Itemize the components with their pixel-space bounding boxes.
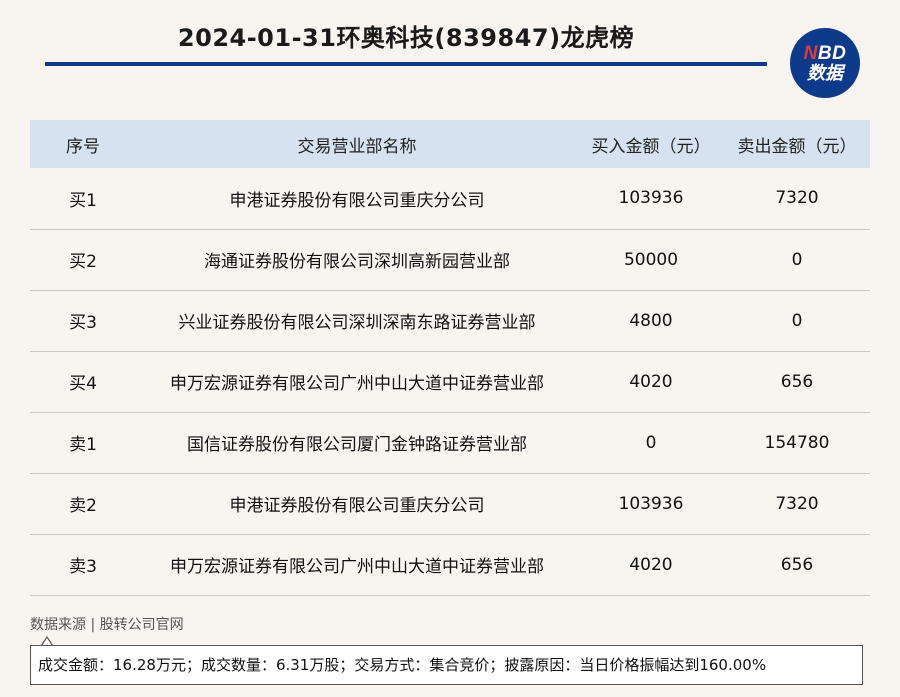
col-header-index: 序号 <box>66 136 100 157</box>
row-sell: 7320 <box>775 188 819 209</box>
table-header-row: 序号 交易营业部名称 买入金额（元） 卖出金额（元） <box>30 120 870 168</box>
logo-line1: NBD <box>804 44 847 63</box>
nbd-logo: NBD 数据 <box>790 28 860 98</box>
trade-summary-note: 成交金额：16.28万元；成交数量：6.31万股；交易方式：集合竞价；披露原因：… <box>30 645 863 685</box>
row-sell: 0 <box>791 249 803 270</box>
row-branch: 申港证券股份有限公司重庆分公司 <box>229 190 485 211</box>
table-row: 买2 海通证券股份有限公司深圳高新园营业部 50000 0 <box>30 229 870 290</box>
page-title: 2024-01-31环奥科技(839847)龙虎榜 <box>177 24 635 52</box>
row-index: 卖2 <box>69 496 97 516</box>
logo-bd: BD <box>817 42 847 64</box>
row-index: 卖1 <box>69 435 97 455</box>
row-buy: 103936 <box>618 493 684 514</box>
row-buy: 50000 <box>623 249 679 270</box>
row-sell: 656 <box>780 371 814 392</box>
table-row: 卖2 申港证券股份有限公司重庆分公司 103936 7320 <box>30 473 870 534</box>
row-branch: 申万宏源证券有限公司广州中山大道中证券营业部 <box>170 557 544 577</box>
col-header-branch: 交易营业部名称 <box>297 136 417 157</box>
row-index: 买3 <box>69 313 97 333</box>
table-row: 买1 申港证券股份有限公司重庆分公司 103936 7320 <box>30 168 870 229</box>
row-index: 买2 <box>69 252 97 272</box>
row-branch: 国信证券股份有限公司厦门金钟路证券营业部 <box>187 435 527 455</box>
row-buy: 4020 <box>629 554 673 575</box>
row-index: 买1 <box>69 190 97 211</box>
row-sell: 656 <box>780 554 814 575</box>
table-row: 卖3 申万宏源证券有限公司广州中山大道中证券营业部 4020 656 <box>30 534 870 595</box>
row-branch: 海通证券股份有限公司深圳高新园营业部 <box>204 252 510 272</box>
row-sell: 0 <box>791 310 803 331</box>
row-buy: 4800 <box>629 310 673 331</box>
logo-line2: 数据 <box>807 62 843 83</box>
row-buy: 103936 <box>618 188 684 209</box>
row-index: 买4 <box>69 374 97 394</box>
logo-n: N <box>803 42 818 64</box>
row-branch: 兴业证券股份有限公司深圳深南东路证券营业部 <box>178 313 536 333</box>
table-row: 买4 申万宏源证券有限公司广州中山大道中证券营业部 4020 656 <box>30 351 870 412</box>
dragon-tiger-table: 序号 交易营业部名称 买入金额（元） 卖出金额（元） 买1 申港证券股份有限公司… <box>30 120 870 596</box>
table-row: 卖1 国信证券股份有限公司厦门金钟路证券营业部 0 154780 <box>30 412 870 473</box>
row-buy: 0 <box>645 432 657 453</box>
col-header-buy: 买入金额（元） <box>591 136 711 157</box>
col-header-sell: 卖出金额（元） <box>737 136 857 157</box>
data-source: 数据来源 | 股转公司官网 <box>30 617 184 633</box>
title-underline <box>45 62 767 66</box>
table-row: 买3 兴业证券股份有限公司深圳深南东路证券营业部 4800 0 <box>30 290 870 351</box>
row-buy: 4020 <box>629 371 673 392</box>
row-branch: 申万宏源证券有限公司广州中山大道中证券营业部 <box>170 374 544 394</box>
row-branch: 申港证券股份有限公司重庆分公司 <box>229 496 485 516</box>
row-index: 卖3 <box>69 557 97 577</box>
row-sell: 154780 <box>764 432 830 453</box>
row-sell: 7320 <box>775 493 819 514</box>
